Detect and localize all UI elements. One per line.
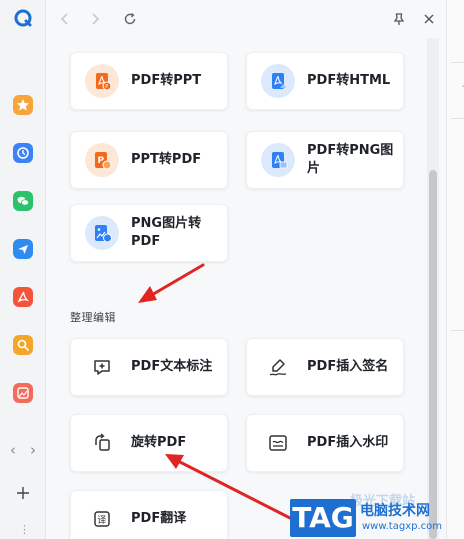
watermark-tag-logo: TAG (290, 499, 356, 537)
pdf-annotate-button[interactable]: PDF文本标注 (70, 338, 228, 396)
rail-more-icon[interactable]: ⋮ (19, 524, 30, 539)
pin-button[interactable] (390, 10, 408, 28)
svg-text:P: P (105, 84, 108, 90)
scrollbar-thumb[interactable] (429, 170, 437, 539)
back-button[interactable] (56, 10, 74, 28)
pdf-to-ppt-button[interactable]: P PDF转PPT (70, 52, 228, 110)
pdf-to-png-button[interactable]: PDF转PNG图片 (246, 131, 404, 189)
card-label: PPT转PDF (131, 152, 202, 167)
favorites-app-icon[interactable] (13, 95, 33, 115)
tools-content: P PDF转PPT PDF转HTML P PPT转PDF PDF转PNG图片 P… (46, 38, 426, 539)
forward-button[interactable] (86, 10, 104, 28)
divider (451, 330, 464, 331)
png-file-icon (261, 143, 295, 177)
card-label: PDF插入签名 (307, 359, 389, 374)
card-label: PDF转PPT (131, 73, 202, 88)
plane-app-icon[interactable] (13, 239, 33, 259)
pdf-sign-button[interactable]: PDF插入签名 (246, 338, 404, 396)
add-app-icon[interactable] (15, 485, 31, 501)
panel-toolbar (46, 0, 446, 38)
card-label: PDF插入水印 (307, 435, 389, 450)
watermark-url: www.tagxp.com (362, 521, 442, 532)
app-rail: ‹ › ⋮ (0, 0, 46, 539)
pin-icon (393, 13, 405, 25)
divider (451, 62, 464, 63)
card-label: PDF转HTML (307, 73, 391, 88)
chevron-left-icon (60, 13, 68, 25)
comment-add-icon (85, 350, 119, 384)
ppt-convert-icon: P (85, 143, 119, 177)
app-logo-icon[interactable] (13, 8, 33, 28)
svg-text:译: 译 (97, 515, 106, 526)
png-to-pdf-button[interactable]: PNG图片转PDF (70, 204, 228, 262)
search-app-icon[interactable] (13, 335, 33, 355)
card-label: 旋转PDF (131, 435, 187, 450)
close-icon (424, 14, 434, 24)
card-label: PDF翻译 (131, 511, 187, 526)
close-button[interactable] (420, 10, 438, 28)
signature-pen-icon (261, 350, 295, 384)
scrollbar-track[interactable] (427, 38, 439, 539)
image-file-icon (85, 216, 119, 250)
html-file-icon (261, 64, 295, 98)
tools-panel: P PDF转PPT PDF转HTML P PPT转PDF PDF转PNG图片 P… (46, 0, 446, 539)
rotate-pdf-button[interactable]: 旋转PDF (70, 414, 228, 472)
card-label: PDF转PNG图片 (307, 143, 394, 176)
background-window-edge: ★ (446, 0, 464, 539)
card-label: PDF文本标注 (131, 359, 213, 374)
rail-nav-arrows: ‹ › (6, 441, 40, 459)
refresh-icon (124, 12, 136, 25)
divider (451, 118, 464, 119)
rail-next-icon[interactable]: › (26, 441, 40, 459)
card-label: PNG图片转PDF (131, 216, 202, 249)
rotate-icon (85, 426, 119, 460)
section-title-organize: 整理编辑 (70, 311, 116, 324)
ppt-to-pdf-button[interactable]: P PPT转PDF (70, 131, 228, 189)
pdf-watermark-button[interactable]: PDF插入水印 (246, 414, 404, 472)
rail-prev-icon[interactable]: ‹ (6, 441, 20, 459)
clock-app-icon[interactable] (13, 143, 33, 163)
site-watermark: 极光下载站 TAG 电脑技术网 www.tagxp.com (290, 494, 464, 539)
watermark-site-name: 电脑技术网 (360, 503, 430, 519)
wechat-app-icon[interactable] (13, 191, 33, 211)
pdf-translate-button[interactable]: 译 PDF翻译 (70, 490, 228, 539)
chevron-right-icon (92, 13, 100, 25)
translate-icon: 译 (85, 502, 119, 536)
refresh-button[interactable] (121, 10, 139, 28)
ppt-file-icon: P (85, 64, 119, 98)
pdf-app-icon[interactable] (13, 287, 33, 307)
watermark-image-icon (261, 426, 295, 460)
pdf-to-html-button[interactable]: PDF转HTML (246, 52, 404, 110)
photo-app-icon[interactable] (13, 383, 33, 403)
